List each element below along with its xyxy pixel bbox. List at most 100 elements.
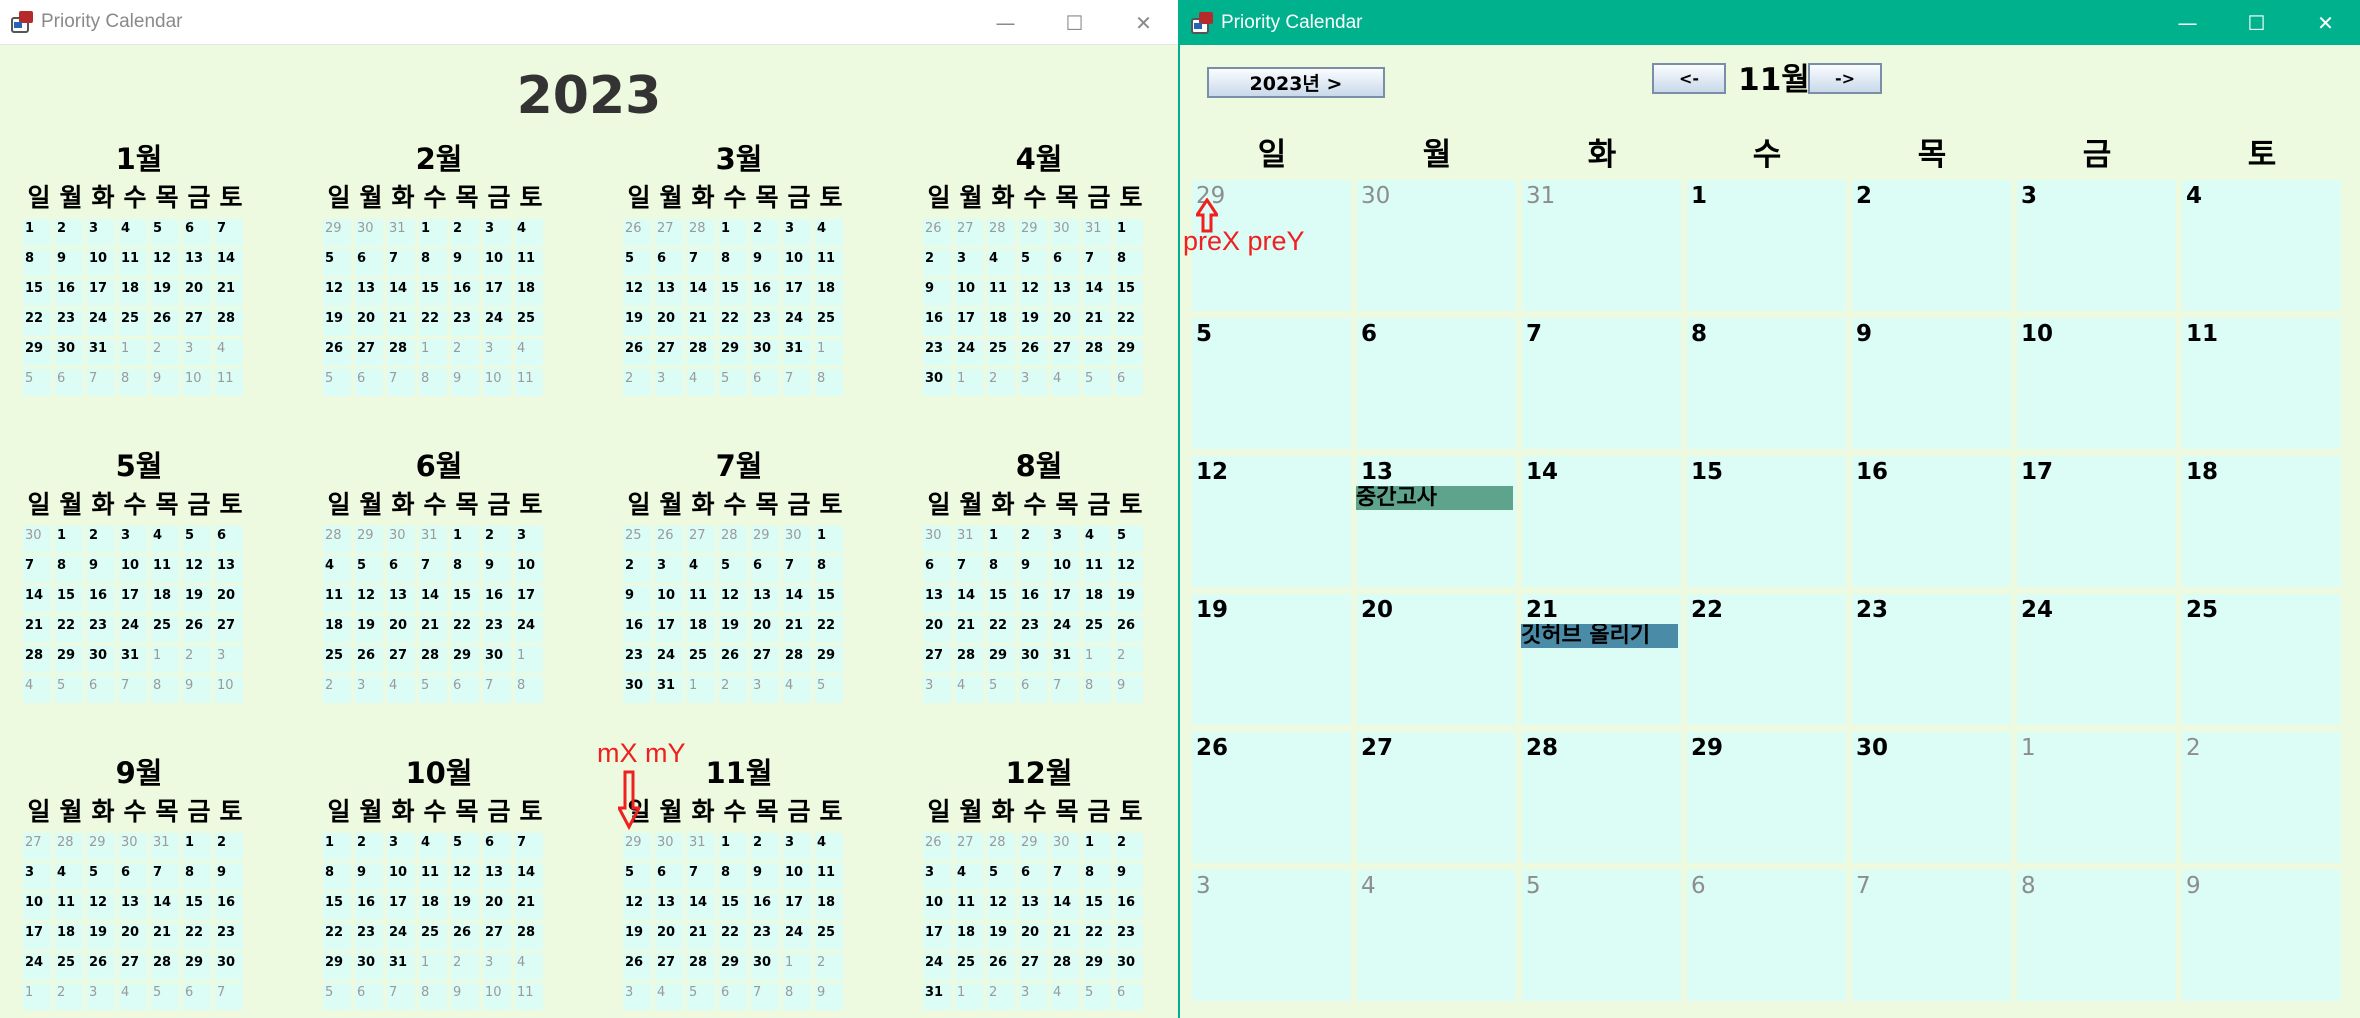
mini-day-cell[interactable]: 18 — [955, 923, 983, 950]
day-cell[interactable]: 3 — [1192, 870, 1351, 1001]
mini-day-cell[interactable]: 3 — [87, 219, 115, 246]
mini-day-cell[interactable]: 11 — [515, 369, 543, 396]
mini-day-cell[interactable]: 18 — [419, 893, 447, 920]
mini-day-cell[interactable]: 5 — [815, 676, 843, 703]
mini-day-cell[interactable]: 4 — [151, 526, 179, 553]
mini-day-cell[interactable]: 28 — [687, 953, 715, 980]
mini-day-cell[interactable]: 23 — [87, 616, 115, 643]
day-cell[interactable]: 4 — [1357, 870, 1516, 1001]
mini-day-cell[interactable]: 11 — [55, 893, 83, 920]
mini-day-cell[interactable]: 1 — [955, 983, 983, 1010]
mini-day-cell[interactable]: 30 — [355, 219, 383, 246]
mini-day-cell[interactable]: 20 — [119, 923, 147, 950]
mini-day-cell[interactable]: 26 — [87, 953, 115, 980]
mini-day-cell[interactable]: 7 — [387, 983, 415, 1010]
mini-day-cell[interactable]: 11 — [955, 893, 983, 920]
day-cell[interactable]: 30 — [1852, 732, 2011, 863]
mini-day-cell[interactable]: 28 — [515, 923, 543, 950]
mini-day-cell[interactable]: 12 — [623, 893, 651, 920]
mini-day-cell[interactable]: 15 — [719, 279, 747, 306]
mini-day-cell[interactable]: 6 — [451, 676, 479, 703]
mini-day-cell[interactable]: 6 — [387, 556, 415, 583]
mini-day-cell[interactable]: 17 — [387, 893, 415, 920]
day-cell[interactable]: 26 — [1192, 732, 1351, 863]
mini-day-cell[interactable]: 1 — [1083, 833, 1111, 860]
mini-day-cell[interactable]: 24 — [23, 953, 51, 980]
mini-day-cell[interactable]: 8 — [815, 369, 843, 396]
mini-day-cell[interactable]: 7 — [1083, 249, 1111, 276]
mini-day-cell[interactable]: 4 — [215, 339, 243, 366]
mini-day-cell[interactable]: 21 — [1051, 923, 1079, 950]
day-cell[interactable]: 11 — [2182, 318, 2341, 449]
mini-month-title[interactable]: 6월 — [323, 443, 555, 485]
mini-day-cell[interactable]: 10 — [923, 893, 951, 920]
mini-day-cell[interactable]: 24 — [655, 646, 683, 673]
mini-day-cell[interactable]: 18 — [1083, 586, 1111, 613]
mini-day-cell[interactable]: 4 — [815, 833, 843, 860]
mini-day-cell[interactable]: 10 — [183, 369, 211, 396]
day-cell[interactable]: 5 — [1522, 870, 1681, 1001]
mini-day-cell[interactable]: 19 — [87, 923, 115, 950]
day-cell[interactable]: 6 — [1357, 318, 1516, 449]
mini-month-title[interactable]: 3월 — [623, 136, 855, 178]
mini-day-cell[interactable]: 9 — [1019, 556, 1047, 583]
mini-day-cell[interactable]: 5 — [1083, 369, 1111, 396]
mini-day-cell[interactable]: 2 — [1115, 646, 1143, 673]
mini-day-cell[interactable]: 14 — [419, 586, 447, 613]
mini-day-cell[interactable]: 16 — [87, 586, 115, 613]
title-bar[interactable]: Priority Calendar — ☐ ✕ — [1180, 0, 2360, 45]
mini-day-cell[interactable]: 6 — [719, 983, 747, 1010]
mini-day-cell[interactable]: 12 — [1115, 556, 1143, 583]
mini-day-cell[interactable]: 16 — [751, 893, 779, 920]
mini-day-cell[interactable]: 8 — [451, 556, 479, 583]
mini-day-cell[interactable]: 23 — [923, 339, 951, 366]
mini-day-cell[interactable]: 18 — [119, 279, 147, 306]
mini-day-cell[interactable]: 29 — [323, 219, 351, 246]
mini-day-cell[interactable]: 1 — [815, 526, 843, 553]
mini-day-cell[interactable]: 3 — [515, 526, 543, 553]
mini-day-cell[interactable]: 21 — [687, 923, 715, 950]
mini-day-cell[interactable]: 17 — [655, 616, 683, 643]
mini-day-cell[interactable]: 8 — [1115, 249, 1143, 276]
mini-day-cell[interactable]: 5 — [987, 863, 1015, 890]
mini-day-cell[interactable]: 30 — [923, 369, 951, 396]
mini-day-cell[interactable]: 14 — [783, 586, 811, 613]
event-bar[interactable]: 중간고사 — [1356, 486, 1513, 510]
mini-day-cell[interactable]: 12 — [151, 249, 179, 276]
mini-day-cell[interactable]: 17 — [955, 309, 983, 336]
mini-day-cell[interactable]: 5 — [987, 676, 1015, 703]
mini-day-cell[interactable]: 12 — [323, 279, 351, 306]
mini-day-cell[interactable]: 8 — [119, 369, 147, 396]
mini-day-cell[interactable]: 17 — [783, 893, 811, 920]
mini-day-cell[interactable]: 18 — [151, 586, 179, 613]
mini-day-cell[interactable]: 27 — [751, 646, 779, 673]
day-cell[interactable]: 17 — [2017, 456, 2176, 587]
mini-day-cell[interactable]: 10 — [483, 249, 511, 276]
mini-day-cell[interactable]: 9 — [483, 556, 511, 583]
mini-day-cell[interactable]: 15 — [55, 586, 83, 613]
mini-day-cell[interactable]: 19 — [451, 893, 479, 920]
mini-day-cell[interactable]: 8 — [1083, 863, 1111, 890]
mini-day-cell[interactable]: 18 — [515, 279, 543, 306]
mini-day-cell[interactable]: 10 — [23, 893, 51, 920]
mini-day-cell[interactable]: 28 — [987, 833, 1015, 860]
mini-day-cell[interactable]: 7 — [955, 556, 983, 583]
mini-day-cell[interactable]: 22 — [1083, 923, 1111, 950]
mini-day-cell[interactable]: 8 — [815, 556, 843, 583]
mini-day-cell[interactable]: 17 — [515, 586, 543, 613]
mini-day-cell[interactable]: 12 — [987, 893, 1015, 920]
mini-day-cell[interactable]: 5 — [355, 556, 383, 583]
mini-day-cell[interactable]: 6 — [655, 249, 683, 276]
mini-day-cell[interactable]: 23 — [751, 309, 779, 336]
day-cell[interactable]: 2 — [2182, 732, 2341, 863]
mini-day-cell[interactable]: 11 — [1083, 556, 1111, 583]
mini-day-cell[interactable]: 6 — [1051, 249, 1079, 276]
mini-day-cell[interactable]: 17 — [23, 923, 51, 950]
mini-day-cell[interactable]: 30 — [87, 646, 115, 673]
mini-day-cell[interactable]: 4 — [119, 219, 147, 246]
mini-day-cell[interactable]: 31 — [783, 339, 811, 366]
day-cell[interactable]: 10 — [2017, 318, 2176, 449]
mini-day-cell[interactable]: 4 — [419, 833, 447, 860]
mini-day-cell[interactable]: 20 — [355, 309, 383, 336]
mini-day-cell[interactable]: 17 — [783, 279, 811, 306]
